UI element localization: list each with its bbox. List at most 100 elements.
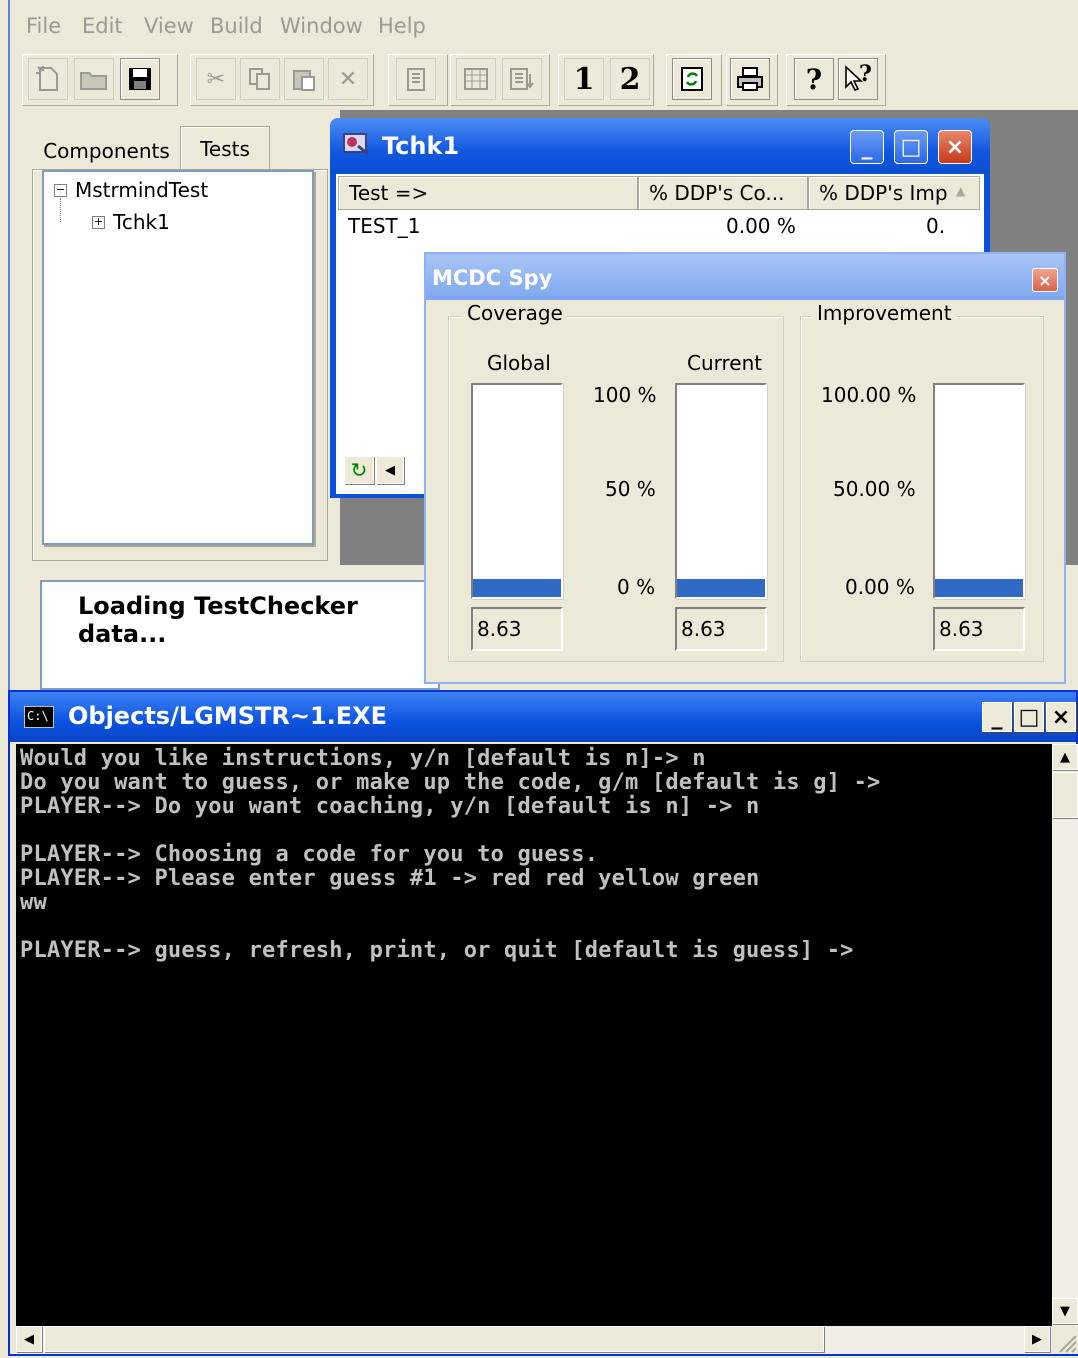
collapse-icon[interactable]: − [54,183,67,197]
improvement-scale-100: 100.00 % [821,383,917,407]
console-line: Would you like instructions, y/n [defaul… [20,746,706,771]
improvement-bar [933,383,1025,599]
console-window: C:\ Objects/LGMSTR~1.EXE _ □ × Would you… [8,690,1078,1356]
help-icon[interactable]: ? [794,58,834,100]
improvement-scale-50: 50.00 % [833,477,916,501]
scroll-left-icon[interactable]: ◀ [376,456,404,484]
refresh-icon[interactable]: ↻ [344,456,374,484]
tchk1-titlebar[interactable]: Tchk1 _ □ × [330,118,990,174]
menu-bar: File Edit View Build Window Help [10,6,1078,44]
coverage-group: Coverage Global Current 100 % 50 % 0 % 8… [448,301,784,662]
resize-grip-icon[interactable] [1052,1326,1078,1354]
console-line: PLAYER--> guess, refresh, print, or quit… [20,938,854,963]
current-label: Current [687,351,763,375]
cell-test: TEST_1 [348,214,421,238]
global-coverage-value: 8.63 [471,607,563,651]
global-label: Global [487,351,551,375]
toolbar: ✂ ✕ 1 2 ? ? [10,48,900,110]
col-header-coverage[interactable]: % DDP's Co... [638,176,808,210]
coverage-scale-100: 100 % [593,383,657,407]
console-titlebar[interactable]: C:\ Objects/LGMSTR~1.EXE _ □ × [10,692,1076,742]
whats-this-icon[interactable]: ? [838,58,878,100]
sort-up-icon: ▲ [956,184,966,198]
tchk1-close-button[interactable]: × [938,130,972,164]
cell-coverage: 0.00 % [726,214,796,238]
vertical-scroll-thumb[interactable] [1052,772,1078,818]
tree-node-root[interactable]: − MstrmindTest [54,178,208,202]
table-row[interactable]: TEST_1 0.00 % 0. [338,212,978,242]
whats-this-glyph: ? [859,61,872,87]
coverage-scale-50: 50 % [605,477,656,501]
coverage-scale-0: 0 % [617,575,656,599]
current-coverage-bar [675,383,767,599]
tree-node-tchk1[interactable]: + Tchk1 [92,210,170,234]
menu-build[interactable]: Build [210,14,263,38]
properties-icon[interactable] [396,58,436,100]
scroll-left-icon[interactable]: ◀ [16,1326,42,1352]
scroll-right-icon[interactable]: ▶ [1024,1326,1050,1352]
improvement-value: 8.63 [933,607,1025,651]
tchk1-nav-bar: ↻ ◀ [336,454,416,486]
cell-improvement: 0. [926,214,946,238]
current-coverage-value: 8.63 [675,607,767,651]
spy-close-button[interactable]: × [1032,268,1058,292]
improvement-group-label: Improvement [813,301,956,325]
status-text: Loading TestChecker data... [78,592,358,648]
console-close-button[interactable]: × [1046,702,1076,732]
tab-tests[interactable]: Tests [180,126,270,170]
mcdc-spy-window: MCDC Spy × Coverage Global Current 100 %… [424,252,1066,684]
tchk1-maximize-button[interactable]: □ [894,130,928,164]
global-coverage-bar [471,383,563,599]
menu-window[interactable]: Window [280,14,363,38]
horizontal-scroll-thumb[interactable] [44,1326,824,1352]
grid-icon[interactable] [456,58,496,100]
console-line: Do you want to guess, or make up the cod… [20,770,881,795]
view-2-button[interactable]: 2 [610,58,650,100]
tchk1-title: Tchk1 [382,132,460,160]
menu-file[interactable]: File [26,14,61,38]
expand-icon[interactable]: + [92,215,105,229]
scroll-down-icon[interactable]: ▼ [1052,1298,1078,1324]
paste-icon[interactable] [284,58,324,100]
tab-components[interactable]: Components [32,132,182,170]
refresh-icon[interactable] [672,58,712,100]
delete-icon[interactable]: ✕ [328,58,368,100]
cut-icon[interactable]: ✂ [196,58,236,100]
console-output[interactable]: Would you like instructions, y/n [defaul… [16,744,1052,1326]
copy-icon[interactable] [240,58,280,100]
scroll-up-icon[interactable]: ▲ [1052,744,1078,770]
console-app-icon: C:\ [24,706,54,728]
global-coverage-bar-fill [473,578,561,597]
vertical-scrollbar[interactable]: ▲ ▼ [1052,744,1078,1326]
spy-titlebar[interactable]: MCDC Spy × [426,254,1064,300]
print-icon[interactable] [730,58,770,100]
menu-view[interactable]: View [144,14,194,38]
col-header-improvement[interactable]: % DDP's Imp [808,176,980,210]
test-tree: − MstrmindTest + Tchk1 [42,170,314,545]
open-folder-icon[interactable] [74,58,114,100]
new-file-icon[interactable] [28,58,68,100]
console-line: PLAYER--> Please enter guess #1 -> red r… [20,866,760,891]
improvement-group: Improvement 100.00 % 50.00 % 0.00 % 8.63 [800,301,1044,662]
console-line: PLAYER--> Do you want coaching, y/n [def… [20,794,760,819]
console-line: ww [20,890,47,915]
tchk1-app-icon [342,132,372,158]
menu-edit[interactable]: Edit [82,14,123,38]
console-title: Objects/LGMSTR~1.EXE [68,702,388,730]
console-maximize-button[interactable]: □ [1014,702,1044,732]
export-icon[interactable] [502,58,542,100]
spy-title: MCDC Spy [432,266,553,290]
coverage-group-label: Coverage [463,301,567,325]
tree-connector [60,198,61,222]
console-minimize-button[interactable]: _ [982,702,1012,732]
view-1-button[interactable]: 1 [564,58,604,100]
save-icon[interactable] [120,58,160,100]
col-header-test[interactable]: Test => [338,176,638,210]
tchk1-minimize-button[interactable]: _ [850,130,884,164]
tree-node-root-label: MstrmindTest [75,178,209,202]
improvement-bar-fill [935,578,1023,597]
horizontal-scrollbar[interactable]: ◀ ▶ [16,1326,1052,1354]
menu-help[interactable]: Help [378,14,426,38]
improvement-scale-0: 0.00 % [845,575,915,599]
console-line: PLAYER--> Choosing a code for you to gue… [20,842,599,867]
